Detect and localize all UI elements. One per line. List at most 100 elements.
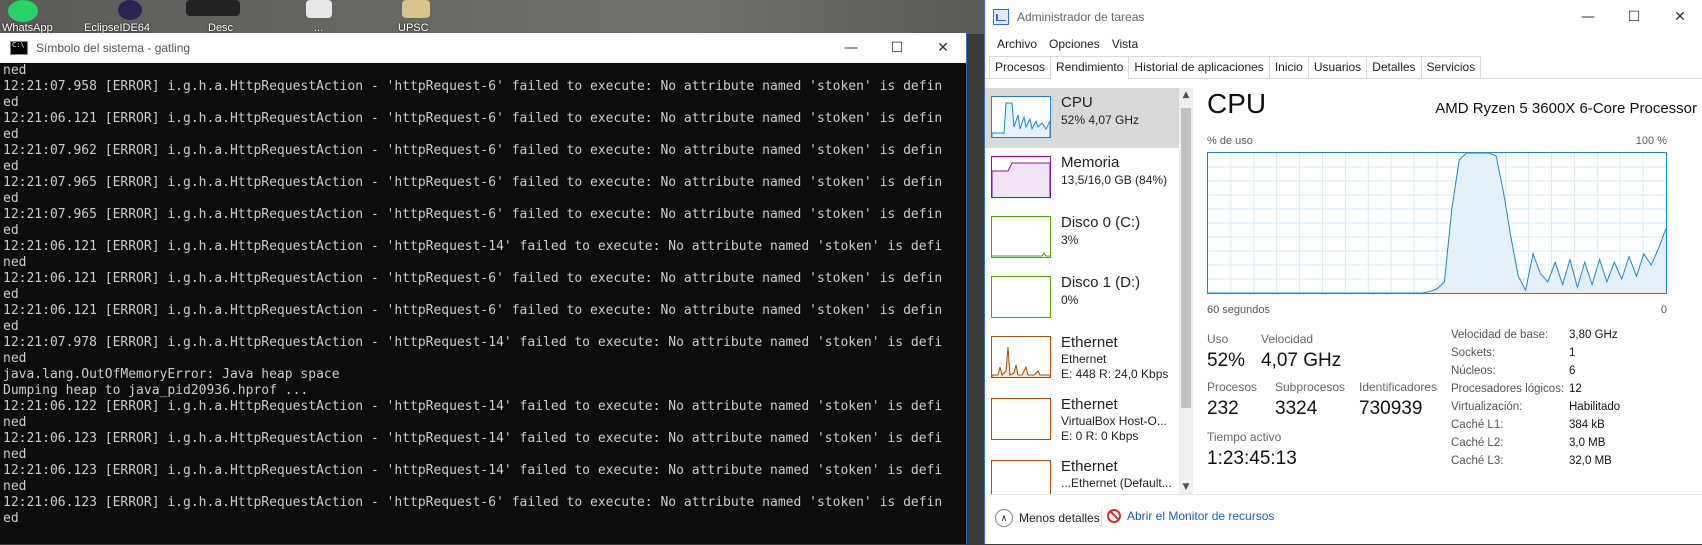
console-line: java.lang.OutOfMemoryError: Java heap sp…: [3, 367, 340, 382]
ethernet2-thumbnail: [991, 398, 1051, 440]
detail-label: Caché L2:: [1451, 437, 1504, 449]
identificadores-value: 730939: [1359, 398, 1423, 419]
console-line: ed: [3, 159, 19, 174]
resource-monitor-icon: [1107, 509, 1121, 523]
detail-label: Sockets:: [1451, 347, 1496, 359]
console-line: 12:21:06.121 [ERROR] i.g.h.a.HttpRequest…: [3, 303, 943, 318]
detail-value: Habilitado: [1569, 401, 1621, 413]
ethernet3-thumbnail: [991, 460, 1051, 494]
resource-disk0[interactable]: Disco 0 (C:) 3%: [985, 208, 1179, 268]
tab-procesos[interactable]: Procesos: [989, 56, 1052, 78]
resource-list-scrollbar[interactable]: ▲ ▼: [1179, 88, 1193, 494]
console-line: ed: [3, 191, 19, 206]
console-line: 12:21:06.123 [ERROR] i.g.h.a.HttpRequest…: [3, 431, 943, 446]
axis-time: 60 segundos: [1207, 304, 1270, 316]
resource-sub: 3%: [1061, 233, 1079, 247]
console-line: ned: [3, 63, 27, 78]
detail-value: 12: [1569, 383, 1582, 395]
cmd-window[interactable]: Símbolo del sistema - gatling — ☐ ✕ ned1…: [0, 33, 967, 544]
chevron-up-icon: ∧: [995, 509, 1013, 527]
velocidad-label: Velocidad: [1261, 332, 1314, 346]
menu-vista[interactable]: Vista: [1106, 34, 1144, 54]
resource-ethernet-2[interactable]: Ethernet VirtualBox Host-O... E: 0 R: 0 …: [985, 390, 1179, 452]
document-icon[interactable]: [306, 0, 332, 18]
folder-icon[interactable]: [402, 0, 430, 18]
cmd-title: Símbolo del sistema - gatling: [36, 41, 191, 55]
resource-ethernet-3[interactable]: Ethernet ...Ethernet (Default...: [985, 452, 1179, 494]
detail-value: 32,0 MB: [1569, 455, 1612, 467]
resource-disk1[interactable]: Disco 1 (D:) 0%: [985, 268, 1179, 328]
resource-sub: 52% 4,07 GHz: [1061, 113, 1140, 127]
subprocesos-value: 3324: [1275, 398, 1318, 419]
resource-sub2: E: 448 R: 24,0 Kbps: [1061, 367, 1169, 381]
close-button[interactable]: ✕: [1657, 0, 1702, 34]
less-details-button[interactable]: ∧ Menos detalles: [995, 509, 1100, 527]
resource-sub: ...Ethernet (Default...: [1061, 476, 1172, 490]
procesos-label: Procesos: [1207, 380, 1258, 394]
minimize-button[interactable]: —: [828, 33, 874, 63]
resource-name: CPU: [1061, 94, 1093, 111]
axis-min: 0: [1660, 304, 1667, 316]
resource-ethernet-1[interactable]: Ethernet Ethernet E: 448 R: 24,0 Kbps: [985, 328, 1179, 390]
resource-memory[interactable]: Memoria 13,5/16,0 GB (84%): [985, 148, 1179, 208]
tab-historial[interactable]: Historial de aplicaciones: [1128, 56, 1270, 78]
console-line: ed: [3, 127, 19, 142]
menu-archivo[interactable]: Archivo: [991, 34, 1043, 54]
detail-label: Procesadores lógicos:: [1451, 383, 1565, 395]
console-line: 12:21:07.965 [ERROR] i.g.h.a.HttpRequest…: [3, 207, 943, 222]
resource-monitor-link[interactable]: Abrir el Monitor de recursos: [1107, 509, 1274, 523]
close-button[interactable]: ✕: [920, 33, 966, 63]
menu-opciones[interactable]: Opciones: [1043, 34, 1106, 54]
console-line: ed: [3, 287, 19, 302]
tab-detalles[interactable]: Detalles: [1366, 56, 1422, 78]
whatsapp-icon[interactable]: [8, 0, 38, 22]
resource-name: Memoria: [1061, 154, 1120, 171]
cpu-detail-panel: CPU AMD Ryzen 5 3600X 6-Core Processor %…: [1207, 88, 1697, 494]
cmd-titlebar[interactable]: Símbolo del sistema - gatling — ☐ ✕: [0, 33, 966, 63]
console-line: ed: [3, 223, 19, 238]
scrollbar-thumb[interactable]: [1181, 108, 1191, 408]
scroll-up-icon[interactable]: ▲: [1179, 90, 1193, 100]
task-manager-icon: [993, 9, 1009, 25]
detail-label: Núcleos:: [1451, 365, 1496, 377]
task-manager-window[interactable]: Administrador de tareas — ☐ ✕ Archivo Op…: [984, 0, 1702, 544]
resource-name: Ethernet: [1061, 396, 1118, 413]
processor-name: AMD Ryzen 5 3600X 6-Core Processor: [1435, 100, 1697, 117]
detail-label: Velocidad de base:: [1451, 329, 1549, 341]
scroll-down-icon[interactable]: ▼: [1179, 482, 1193, 492]
tab-inicio[interactable]: Inicio: [1268, 56, 1309, 78]
tm-titlebar[interactable]: Administrador de tareas — ☐ ✕: [985, 0, 1702, 34]
resource-monitor-label: Abrir el Monitor de recursos: [1127, 509, 1275, 523]
panel-title: CPU: [1207, 88, 1267, 119]
detail-value: 1: [1569, 347, 1576, 359]
tab-rendimiento[interactable]: Rendimiento: [1050, 56, 1130, 80]
detail-value: 6: [1569, 365, 1576, 377]
cmd-icon: [10, 41, 28, 55]
disk1-thumbnail: [991, 276, 1051, 318]
console-line: ned: [3, 351, 27, 366]
tm-footer: ∧ Menos detalles Abrir el Monitor de rec…: [985, 494, 1702, 545]
console-output[interactable]: ned 12:21:07.958 [ERROR] i.g.h.a.HttpRequ…: [0, 63, 966, 544]
minimize-button[interactable]: —: [1565, 0, 1611, 34]
velocidad-value: 4,07 GHz: [1261, 350, 1342, 371]
eclipse-icon[interactable]: [118, 0, 142, 20]
detail-value: 3,0 MB: [1569, 437, 1606, 449]
maximize-button[interactable]: ☐: [874, 33, 920, 63]
uptime-value: 1:23:45:13: [1207, 448, 1297, 469]
menu-bar: Archivo Opciones Vista: [985, 34, 1702, 54]
axis-label: % de uso: [1207, 135, 1253, 147]
uso-label: Uso: [1207, 332, 1229, 346]
tab-bar: Procesos Rendimiento Historial de aplica…: [985, 56, 1702, 80]
console-line: 12:21:06.121 [ERROR] i.g.h.a.HttpRequest…: [3, 271, 943, 286]
console-line: ned: [3, 479, 27, 494]
tab-usuarios[interactable]: Usuarios: [1307, 56, 1368, 78]
maximize-button[interactable]: ☐: [1611, 0, 1657, 34]
detail-label: Caché L1:: [1451, 419, 1504, 431]
resource-cpu[interactable]: CPU 52% 4,07 GHz: [985, 88, 1179, 148]
console-line: 12:21:07.962 [ERROR] i.g.h.a.HttpRequest…: [3, 143, 943, 158]
resource-list: CPU 52% 4,07 GHz Memoria 13,5/16,0 GB (8…: [985, 88, 1179, 494]
console-line: 12:21:06.123 [ERROR] i.g.h.a.HttpRequest…: [3, 495, 943, 510]
console-line: ned: [3, 447, 27, 462]
tab-servicios[interactable]: Servicios: [1420, 56, 1482, 78]
desc-icon[interactable]: [186, 0, 240, 16]
